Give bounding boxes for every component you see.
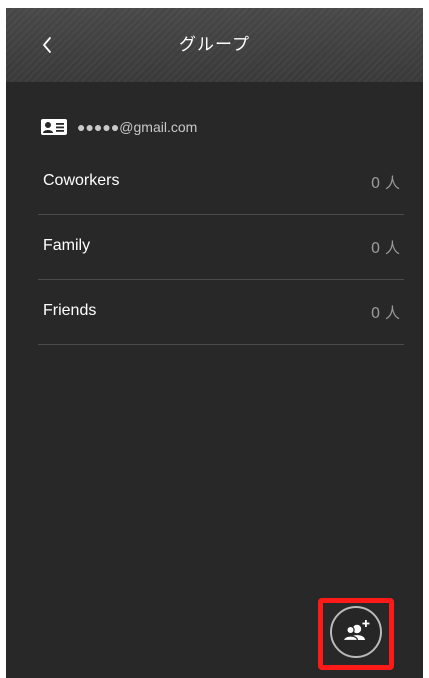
app-screen: グループ ●●●●●@gmail.com Coworkers 0 人 Famil… [6,8,423,678]
group-name: Family [43,237,91,254]
member-count: 0 人 [370,239,400,257]
add-group-icon [342,620,370,642]
add-group-button[interactable] [330,606,382,658]
group-list: Coworkers 0 人 Family 0 人 Friends 0 人 [38,150,404,345]
page-title: グループ [179,35,250,55]
account-row: ●●●●●@gmail.com [41,114,197,140]
account-email: ●●●●●@gmail.com [77,119,198,135]
list-item[interactable]: Coworkers 0 人 [38,150,404,215]
group-name: Coworkers [43,172,120,189]
app-header: グループ [6,8,423,82]
member-count: 0 人 [370,304,400,322]
group-name: Friends [43,302,97,319]
contact-card-icon [41,119,67,135]
list-item[interactable]: Family 0 人 [38,215,404,280]
member-count: 0 人 [370,174,400,192]
list-item[interactable]: Friends 0 人 [38,280,404,345]
